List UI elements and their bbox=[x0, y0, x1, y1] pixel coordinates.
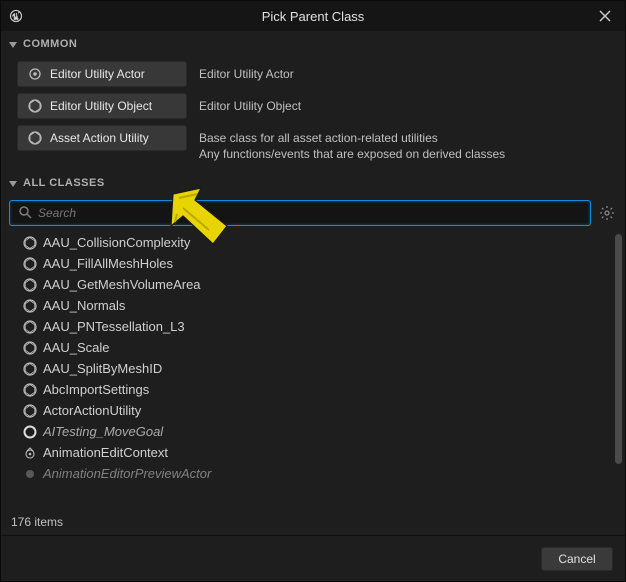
class-item-label: AAU_Normals bbox=[43, 298, 125, 313]
search-input[interactable] bbox=[38, 206, 582, 220]
class-description: Base class for all asset action-related … bbox=[199, 125, 617, 162]
class-item[interactable]: AAU_CollisionComplexity bbox=[23, 232, 617, 253]
class-item[interactable]: AbcImportSettings bbox=[23, 379, 617, 400]
search-field[interactable] bbox=[9, 200, 591, 226]
class-list-panel: AAU_CollisionComplexity AAU_FillAllMeshHo… bbox=[1, 230, 625, 535]
class-description: Editor Utility Actor bbox=[199, 61, 617, 82]
class-icon bbox=[23, 404, 37, 418]
common-row: Asset Action Utility Base class for all … bbox=[17, 125, 617, 162]
class-item[interactable]: AnimationEditorPreviewActor bbox=[23, 463, 617, 484]
class-icon bbox=[23, 257, 37, 271]
button-label: Editor Utility Actor bbox=[50, 67, 145, 81]
all-classes-header-label: ALL CLASSES bbox=[23, 177, 105, 189]
dialog-footer: Cancel bbox=[1, 535, 625, 581]
class-item[interactable]: AAU_FillAllMeshHoles bbox=[23, 253, 617, 274]
class-icon bbox=[23, 320, 37, 334]
editor-utility-actor-button[interactable]: Editor Utility Actor bbox=[17, 61, 187, 87]
class-icon bbox=[23, 236, 37, 250]
button-label: Asset Action Utility bbox=[50, 131, 149, 145]
class-item[interactable]: AAU_Scale bbox=[23, 337, 617, 358]
class-icon bbox=[23, 425, 37, 439]
asset-action-utility-button[interactable]: Asset Action Utility bbox=[17, 125, 187, 151]
class-item-label: AITesting_MoveGoal bbox=[43, 424, 163, 439]
class-item[interactable]: AnimationEditContext bbox=[23, 442, 617, 463]
class-icon bbox=[23, 299, 37, 313]
class-list[interactable]: AAU_CollisionComplexity AAU_FillAllMeshHo… bbox=[1, 230, 625, 513]
class-item[interactable]: AAU_SplitByMeshID bbox=[23, 358, 617, 379]
actor-icon bbox=[28, 67, 42, 81]
class-item-label: AAU_Scale bbox=[43, 340, 109, 355]
button-label: Editor Utility Object bbox=[50, 99, 152, 113]
class-icon bbox=[23, 278, 37, 292]
class-item[interactable]: ActorActionUtility bbox=[23, 400, 617, 421]
search-row bbox=[1, 196, 625, 230]
class-icon bbox=[23, 467, 37, 481]
pick-parent-class-dialog: Pick Parent Class COMMON Editor Utility … bbox=[0, 0, 626, 582]
common-row: Editor Utility Object Editor Utility Obj… bbox=[17, 93, 617, 119]
common-row: Editor Utility Actor Editor Utility Acto… bbox=[17, 61, 617, 87]
search-icon bbox=[18, 205, 32, 222]
class-item[interactable]: AAU_Normals bbox=[23, 295, 617, 316]
class-icon bbox=[23, 341, 37, 355]
items-count-label: 176 items bbox=[1, 513, 625, 535]
class-item-label: AAU_PNTessellation_L3 bbox=[43, 319, 185, 334]
titlebar: Pick Parent Class bbox=[1, 1, 625, 31]
class-icon bbox=[23, 446, 37, 460]
common-header-label: COMMON bbox=[23, 38, 77, 50]
object-icon bbox=[28, 131, 42, 145]
class-item-label: AAU_SplitByMeshID bbox=[43, 361, 162, 376]
editor-utility-object-button[interactable]: Editor Utility Object bbox=[17, 93, 187, 119]
scrollbar-thumb[interactable] bbox=[615, 234, 622, 464]
settings-button[interactable] bbox=[597, 203, 617, 223]
class-icon bbox=[23, 383, 37, 397]
class-item[interactable]: AAU_GetMeshVolumeArea bbox=[23, 274, 617, 295]
common-section-header[interactable]: COMMON bbox=[1, 31, 625, 57]
cancel-button[interactable]: Cancel bbox=[541, 547, 613, 571]
class-item[interactable]: AITesting_MoveGoal bbox=[23, 421, 617, 442]
common-list: Editor Utility Actor Editor Utility Acto… bbox=[1, 57, 625, 170]
class-item-label: AAU_FillAllMeshHoles bbox=[43, 256, 173, 271]
unreal-logo-icon bbox=[9, 9, 23, 23]
close-button[interactable] bbox=[593, 4, 617, 28]
class-icon bbox=[23, 362, 37, 376]
object-icon bbox=[28, 99, 42, 113]
class-item-label: AAU_GetMeshVolumeArea bbox=[43, 277, 201, 292]
class-item-label: AbcImportSettings bbox=[43, 382, 149, 397]
class-description: Editor Utility Object bbox=[199, 93, 617, 114]
class-item-label: AnimationEditorPreviewActor bbox=[43, 466, 211, 481]
class-item[interactable]: AAU_PNTessellation_L3 bbox=[23, 316, 617, 337]
chevron-down-icon bbox=[9, 42, 17, 48]
class-item-label: AnimationEditContext bbox=[43, 445, 168, 460]
chevron-down-icon bbox=[9, 181, 17, 187]
class-item-label: ActorActionUtility bbox=[43, 403, 141, 418]
dialog-title: Pick Parent Class bbox=[1, 9, 625, 24]
all-classes-section-header[interactable]: ALL CLASSES bbox=[1, 170, 625, 196]
class-item-label: AAU_CollisionComplexity bbox=[43, 235, 190, 250]
